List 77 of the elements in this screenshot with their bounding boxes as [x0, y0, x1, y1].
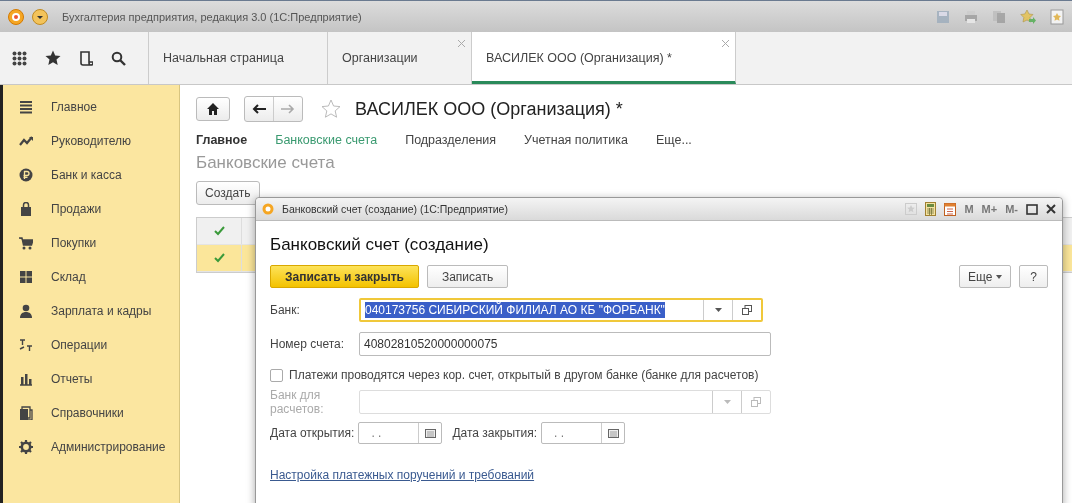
checkbox[interactable] — [270, 368, 283, 382]
navigation-buttons[interactable] — [244, 96, 303, 122]
sidebar-item[interactable]: Операции — [3, 328, 179, 362]
open-form-icon[interactable] — [742, 305, 752, 315]
history-icon[interactable] — [79, 50, 93, 66]
books-icon — [19, 406, 33, 420]
checkmark-icon — [213, 226, 225, 236]
field-label: Банк: — [270, 303, 301, 317]
shopping-bag-icon — [19, 202, 33, 216]
search-icon[interactable] — [111, 50, 126, 66]
dialog-heading: Банковский счет (создание) — [270, 235, 490, 255]
bar-chart-icon — [19, 372, 33, 386]
help-button[interactable]: ? — [1019, 265, 1048, 288]
dropdown-icon[interactable] — [32, 8, 48, 25]
apps-menu-icon[interactable] — [12, 50, 27, 66]
calendar-icon[interactable] — [944, 202, 957, 216]
calculator-icon[interactable] — [925, 202, 937, 216]
app-logo-icon — [8, 8, 24, 25]
date-field[interactable]: . . — [541, 422, 626, 444]
ruble-coin-icon — [19, 168, 33, 182]
memory-button[interactable]: M+ — [981, 203, 998, 215]
field-label: Банк для расчетов: — [270, 388, 325, 416]
field-label: Дата открытия: — [270, 426, 355, 440]
sidebar-item[interactable]: Покупки — [3, 226, 179, 260]
sidebar-item[interactable]: Зарплата и кадры — [3, 294, 179, 328]
field-value: 040173756 СИБИРСКИЙ ФИЛИАЛ АО КБ "ФОРБАНК" — [365, 302, 665, 318]
favorite-star-icon[interactable] — [321, 99, 341, 119]
section-link[interactable]: Подразделения — [405, 133, 497, 147]
menu-icon — [19, 100, 33, 114]
back-arrow-icon[interactable] — [252, 104, 266, 114]
memory-button[interactable]: M — [964, 203, 974, 215]
more-button[interactable]: Еще — [958, 265, 1012, 288]
dropdown-arrow-icon[interactable] — [714, 308, 722, 312]
sidebar-item[interactable]: Склад — [3, 260, 179, 294]
cart-icon — [19, 236, 33, 250]
sidebar-item[interactable]: Главное — [3, 90, 179, 124]
save-and-close-button[interactable]: Записать и закрыть — [270, 265, 419, 288]
tab[interactable]: ВАСИЛЕК ООО (Организация) * — [472, 32, 736, 84]
sidebar-item[interactable]: Продажи — [3, 192, 179, 226]
checkmark-icon — [213, 253, 225, 263]
memory-button[interactable]: M- — [1005, 203, 1018, 215]
app-logo-icon — [262, 203, 274, 215]
checkbox-label: Платежи проводятся через кор. счет, открытый в другом банке (банке для расчетов) — [289, 368, 759, 382]
bank-field[interactable]: 040173756 СИБИРСКИЙ ФИЛИАЛ АО КБ "ФОРБАНК" — [359, 298, 763, 322]
field-label: Номер счета: — [270, 337, 346, 351]
person-icon — [19, 304, 33, 318]
calendar-icon[interactable] — [424, 428, 436, 438]
calendar-icon[interactable] — [607, 428, 619, 438]
star-icon[interactable] — [45, 50, 61, 66]
forward-arrow-icon[interactable] — [281, 104, 295, 114]
form-title: ВАСИЛЕК ООО (Организация) * — [355, 98, 623, 120]
caret-icon — [996, 274, 1003, 279]
field-label: Дата закрытия: — [452, 426, 538, 440]
section-link[interactable]: Банковские счета — [275, 133, 378, 147]
section-title: Банковские счета — [196, 153, 336, 173]
section-link[interactable]: Еще... — [656, 133, 692, 147]
dialog-title: Банковский счет (создание) (1С:Предприятие) — [282, 203, 508, 215]
home-button[interactable] — [196, 97, 230, 121]
sidebar-item[interactable]: Справочники — [3, 396, 179, 430]
section-link[interactable]: Учетная политика — [524, 133, 628, 147]
home-icon — [207, 103, 219, 115]
gear-icon — [19, 440, 33, 454]
close-icon[interactable] — [1046, 204, 1056, 214]
save-button[interactable]: Записать — [426, 265, 509, 288]
sidebar-item[interactable]: Банк и касса — [3, 158, 179, 192]
date-field[interactable]: . . — [358, 422, 443, 444]
window-title: Бухгалтерия предприятия, редакция 3.0 (1С:Предприятие) — [62, 10, 362, 23]
sidebar-item[interactable]: Администрирование — [3, 430, 179, 464]
create-button[interactable]: Создать — [196, 181, 260, 205]
section-link[interactable]: Главное — [196, 133, 248, 147]
payment-settings-link[interactable]: Настройка платежных поручений и требований — [270, 468, 535, 482]
trend-icon — [19, 134, 33, 148]
warehouse-icon — [19, 270, 33, 284]
account-number-field[interactable]: 40802810520000000075 — [359, 332, 771, 356]
sidebar-item[interactable]: Руководителю — [3, 124, 179, 158]
sidebar-item[interactable]: Отчеты — [3, 362, 179, 396]
maximize-icon[interactable] — [1026, 203, 1038, 215]
